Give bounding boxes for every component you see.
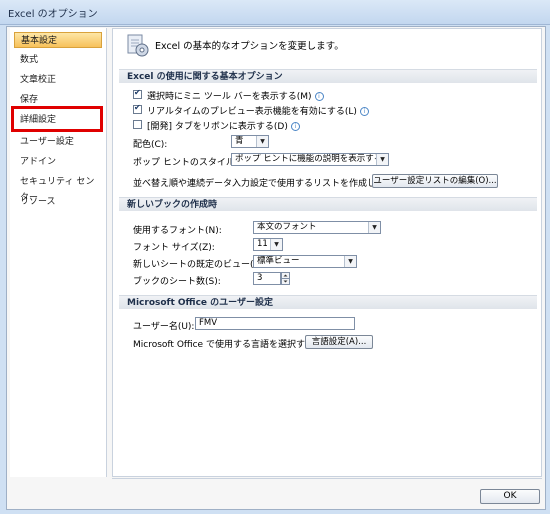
mini-toolbar-label: 選択時にミニ ツール バーを表示する(M) i (147, 89, 324, 102)
developer-tab-label: [開発] タブをリボンに表示する(D) i (147, 119, 300, 132)
sheet-count-input[interactable]: 3 (253, 272, 281, 285)
sheet-count-label: ブックのシート数(S): (133, 277, 221, 287)
user-name-label: ユーザー名(U): (133, 322, 195, 332)
font-select[interactable]: 本文のフォント ▼ (253, 221, 381, 234)
chevron-down-icon: ▼ (270, 239, 282, 250)
live-preview-label: リアルタイムのプレビュー表示機能を有効にする(L) i (147, 104, 369, 117)
options-panel: Excel の基本的なオプションを変更します。 Excel の使用に関する基本オ… (112, 28, 542, 477)
chevron-down-icon: ▼ (344, 256, 356, 267)
sidebar-item-basic[interactable]: 基本設定 (14, 32, 102, 48)
chevron-down-icon: ▼ (368, 222, 380, 233)
live-preview-checkbox[interactable] (133, 103, 142, 114)
info-icon: i (314, 92, 324, 101)
spinner-icon[interactable] (281, 272, 290, 285)
font-size-select[interactable]: 11 ▼ (253, 238, 283, 251)
panel-header: Excel の基本的なオプションを変更します。 (113, 29, 541, 65)
panel-header-text: Excel の基本的なオプションを変更します。 (155, 41, 344, 52)
section-user-settings: Microsoft Office のユーザー設定 (119, 295, 537, 309)
section-basic-options: Excel の使用に関する基本オプション (119, 69, 537, 83)
info-icon: i (359, 107, 369, 116)
font-size-label: フォント サイズ(Z): (133, 243, 215, 253)
sidebar-item-formulas[interactable]: 数式 (14, 52, 102, 68)
section-new-workbook: 新しいブックの作成時 (119, 197, 537, 211)
advanced-highlight-box (11, 106, 103, 132)
color-scheme-select[interactable]: 青 ▼ (231, 135, 269, 148)
sidebar-item-trust-center[interactable]: セキュリティ センター (14, 174, 102, 203)
options-icon (127, 34, 149, 57)
mini-toolbar-checkbox[interactable] (133, 88, 142, 99)
chevron-down-icon: ▼ (376, 154, 388, 165)
user-name-input[interactable]: FMV (195, 317, 355, 330)
sidebar-item-resources[interactable]: リソース (14, 194, 102, 210)
language-settings-button[interactable]: 言語設定(A)... (305, 335, 373, 349)
window-title: Excel のオプション (8, 9, 98, 20)
sidebar-item-customize[interactable]: ユーザー設定 (14, 134, 102, 150)
tooltip-style-select[interactable]: ポップ ヒントに機能の説明を表示する ▼ (231, 153, 389, 166)
sidebar-item-addins[interactable]: アドイン (14, 154, 102, 170)
font-label: 使用するフォント(N): (133, 226, 222, 236)
ok-button[interactable]: OK (480, 489, 540, 504)
footer-divider (112, 478, 542, 479)
default-view-select[interactable]: 標準ビュー ▼ (253, 255, 357, 268)
edit-custom-lists-button[interactable]: ユーザー設定リストの編集(O)... (372, 174, 498, 188)
chevron-down-icon: ▼ (256, 136, 268, 147)
language-label: Microsoft Office で使用する言語を選択する (133, 340, 314, 350)
info-icon: i (290, 122, 300, 131)
sidebar-item-proofing[interactable]: 文章校正 (14, 72, 102, 88)
custom-list-label: 並べ替え順や連続データ入力設定で使用するリストを作成します: (133, 179, 398, 189)
window-titlebar: Excel のオプション (0, 0, 550, 25)
sidebar: 基本設定 数式 文章校正 保存 詳細設定 ユーザー設定 アドイン セキュリティ … (10, 28, 107, 477)
developer-tab-checkbox[interactable] (133, 120, 142, 129)
default-view-label: 新しいシートの既定のビュー(V): (133, 260, 267, 270)
color-scheme-label: 配色(C): (133, 140, 168, 150)
